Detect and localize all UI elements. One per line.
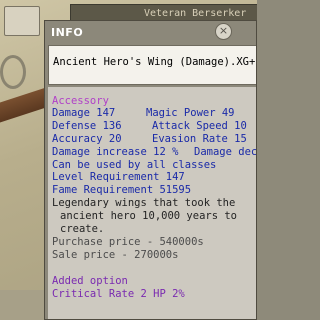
character-class-label: Veteran Berserker	[144, 8, 247, 19]
stat-defense: Defense 136	[52, 120, 122, 132]
inventory-bag-icon[interactable]	[4, 6, 40, 36]
item-name: Ancient Hero's Wing (Damage).XG+10	[53, 56, 257, 68]
description-line-1: Legendary wings that took the	[52, 197, 236, 209]
close-icon[interactable]: ×	[215, 23, 232, 40]
stat-damage: Damage 147	[52, 107, 116, 119]
stat-attack-speed: Attack Speed 10	[152, 120, 247, 132]
description-line-2: ancient hero 10,000 years to	[60, 210, 238, 222]
added-option-values: Critical Rate 2 HP 2%	[52, 288, 185, 300]
added-option-label: Added option	[52, 275, 128, 287]
level-requirement: Level Requirement 147	[52, 171, 185, 183]
item-info-tooltip: INFO × Ancient Hero's Wing (Damage).XG+1…	[44, 20, 257, 320]
stat-magic-power: Magic Power 49	[146, 107, 235, 119]
ring-icon	[0, 55, 26, 89]
fame-requirement: Fame Requirement 51595	[52, 184, 192, 196]
stat-damage-increase: Damage increase 12 %	[52, 146, 179, 158]
sale-price: Sale price - 270000s	[52, 249, 179, 261]
stat-evasion-rate: Evasion Rate 15	[152, 133, 247, 145]
tooltip-title: INFO	[51, 26, 84, 39]
stat-accuracy: Accuracy 20	[52, 133, 122, 145]
item-details: Accessory Damage 147 Magic Power 49 Defe…	[48, 87, 257, 319]
item-name-box: Ancient Hero's Wing (Damage).XG+10	[48, 45, 257, 85]
description-line-3: create.	[60, 223, 105, 235]
purchase-price: Purchase price - 540000s	[52, 236, 204, 248]
stat-damage-decrease: Damage dec	[194, 146, 257, 158]
